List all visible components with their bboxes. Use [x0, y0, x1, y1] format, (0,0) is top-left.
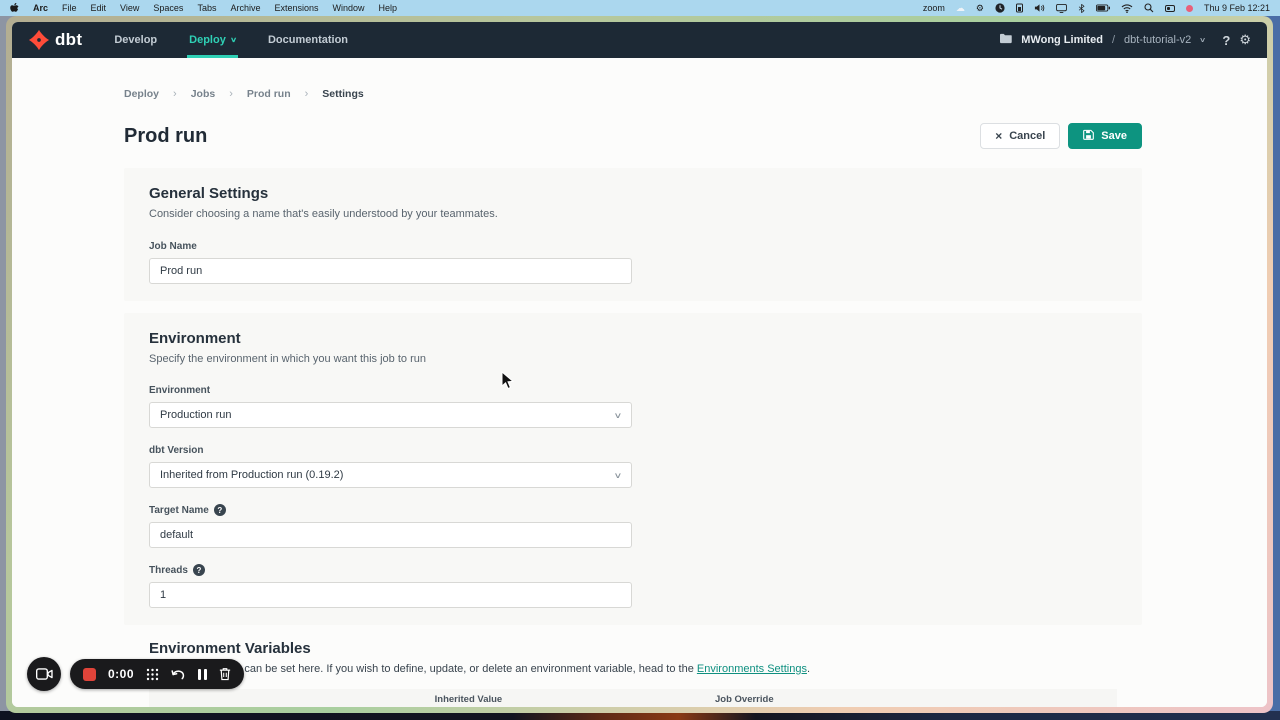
menubar-item-archive[interactable]: Archive	[230, 3, 260, 13]
zoom-menu-label[interactable]: zoom	[923, 3, 945, 13]
cancel-button[interactable]: × Cancel	[980, 123, 1060, 149]
general-settings-card: General Settings Consider choosing a nam…	[124, 168, 1142, 301]
chevron-down-icon[interactable]: ∨	[1199, 36, 1206, 44]
keyboard-battery-icon[interactable]	[1016, 3, 1023, 13]
environment-select-label: Environment	[149, 384, 1117, 396]
breadcrumb-settings: Settings	[322, 88, 363, 100]
account-name: MWong Limited	[1021, 34, 1103, 46]
close-icon: ×	[995, 129, 1002, 143]
general-settings-title: General Settings	[149, 185, 1117, 202]
mouse-cursor	[501, 371, 515, 396]
pause-button[interactable]	[198, 669, 207, 680]
environment-variables-title: Environment Variables	[149, 640, 1117, 657]
drag-handle-icon[interactable]	[146, 668, 159, 681]
clock-status-icon[interactable]	[995, 3, 1005, 13]
nav-item-develop[interactable]: Develop	[112, 22, 159, 58]
dbt-top-navbar: dbt Develop Deploy ∨ Documentation MWong…	[12, 22, 1267, 58]
chevron-down-icon: ∨	[230, 36, 237, 44]
environment-card: Environment Specify the environment in w…	[124, 313, 1142, 625]
gear-status-icon[interactable]: ⚙	[976, 4, 984, 13]
breadcrumb-deploy[interactable]: Deploy	[124, 88, 159, 100]
environment-variables-section: Environment Variables Job-level override…	[149, 640, 1117, 707]
dbt-logo[interactable]: dbt	[28, 22, 82, 58]
trash-icon[interactable]	[219, 667, 231, 681]
environment-title: Environment	[149, 330, 1117, 347]
environments-settings-link[interactable]: Environments Settings	[697, 663, 807, 675]
macos-menubar: Arc File Edit View Spaces Tabs Archive E…	[0, 0, 1280, 16]
control-center-icon[interactable]	[1165, 5, 1175, 12]
env-vars-table-header: Inherited Value Job Override	[149, 689, 1117, 707]
menubar-item-window[interactable]: Window	[333, 3, 365, 13]
path-separator: /	[1112, 34, 1115, 46]
job-name-label: Job Name	[149, 240, 1117, 252]
settings-gear-button[interactable]: ⚙	[1239, 32, 1251, 48]
recorder-toolbar: 0:00	[70, 659, 244, 689]
breadcrumb-separator-icon: ›	[173, 88, 177, 100]
menubar-item-edit[interactable]: Edit	[91, 3, 107, 13]
menubar-clock[interactable]: Thu 9 Feb 12:21	[1204, 3, 1270, 13]
threads-input[interactable]: 1	[149, 582, 632, 608]
volume-icon[interactable]	[1034, 3, 1045, 13]
environment-variables-note: Job-level overrides can be set here. If …	[149, 663, 1117, 675]
menubar-item-extensions[interactable]: Extensions	[274, 3, 318, 13]
cloud-icon[interactable]: ☁	[956, 4, 965, 13]
battery-icon[interactable]	[1096, 4, 1110, 12]
chevron-down-icon: ∨	[614, 411, 623, 420]
restart-icon[interactable]	[171, 668, 186, 681]
folder-icon	[999, 33, 1012, 47]
general-settings-subtitle: Consider choosing a name that's easily u…	[149, 208, 1117, 220]
apple-menu-icon[interactable]	[10, 3, 19, 14]
stop-record-button[interactable]	[83, 668, 96, 681]
menubar-item-arc[interactable]: Arc	[33, 3, 48, 13]
browser-window: dbt Develop Deploy ∨ Documentation MWong…	[6, 16, 1273, 713]
target-name-label: Target Name ?	[149, 504, 1117, 516]
project-selector[interactable]: dbt-tutorial-v2	[1124, 34, 1191, 46]
menubar-item-file[interactable]: File	[62, 3, 77, 13]
help-icon[interactable]: ?	[193, 564, 205, 576]
breadcrumb-separator-icon: ›	[305, 88, 309, 100]
job-name-input[interactable]: Prod run	[149, 258, 632, 284]
breadcrumb-prod-run[interactable]: Prod run	[247, 88, 291, 100]
video-camera-icon	[36, 668, 53, 680]
environment-subtitle: Specify the environment in which you wan…	[149, 353, 1117, 365]
recording-time: 0:00	[108, 667, 134, 681]
nav-item-documentation[interactable]: Documentation	[266, 22, 350, 58]
chevron-down-icon: ∨	[614, 471, 623, 480]
dbt-version-label: dbt Version	[149, 444, 1117, 456]
threads-label: Threads ?	[149, 564, 1117, 576]
breadcrumb-jobs[interactable]: Jobs	[191, 88, 216, 100]
column-job-override: Job Override	[594, 694, 894, 705]
menubar-item-help[interactable]: Help	[379, 3, 398, 13]
menubar-item-tabs[interactable]: Tabs	[197, 3, 216, 13]
wifi-icon[interactable]	[1121, 4, 1133, 13]
recording-indicator-icon[interactable]	[1186, 5, 1193, 12]
dbt-logo-icon	[28, 29, 50, 51]
recorder-camera-button[interactable]	[27, 657, 61, 691]
breadcrumb-separator-icon: ›	[229, 88, 233, 100]
dbt-version-select[interactable]: Inherited from Production run (0.19.2) ∨	[149, 462, 632, 488]
dbt-logo-text: dbt	[55, 30, 82, 50]
help-icon[interactable]: ?	[214, 504, 226, 516]
page-title: Prod run	[124, 125, 207, 148]
environment-select[interactable]: Production run ∨	[149, 402, 632, 428]
help-button[interactable]: ?	[1222, 33, 1230, 48]
search-icon[interactable]	[1144, 3, 1154, 13]
menubar-item-spaces[interactable]: Spaces	[153, 3, 183, 13]
bluetooth-icon[interactable]	[1078, 3, 1085, 14]
display-icon[interactable]	[1056, 4, 1067, 13]
breadcrumb: Deploy › Jobs › Prod run › Settings	[124, 58, 1142, 100]
nav-item-deploy[interactable]: Deploy ∨	[187, 22, 238, 58]
target-name-input[interactable]: default	[149, 522, 632, 548]
column-inherited-value: Inherited Value	[343, 694, 595, 705]
save-disk-icon	[1083, 129, 1094, 143]
save-button[interactable]: Save	[1068, 123, 1142, 149]
menubar-item-view[interactable]: View	[120, 3, 139, 13]
